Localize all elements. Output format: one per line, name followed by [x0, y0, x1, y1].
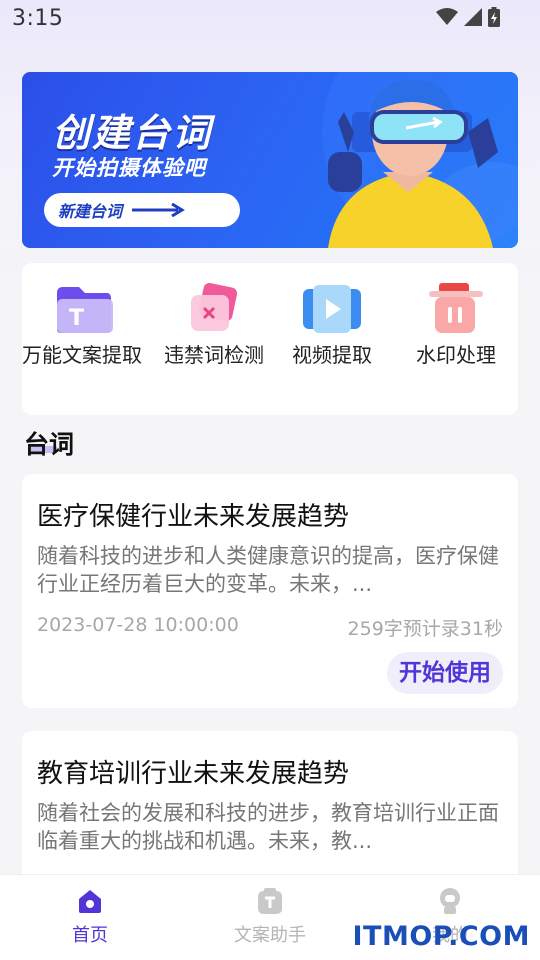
new-script-button-label: 新建台词: [58, 202, 123, 221]
profile-icon: [440, 888, 460, 914]
arrow-right-icon: [132, 203, 185, 217]
start-use-button[interactable]: 开始使用: [387, 652, 503, 694]
tab-text-assistant[interactable]: 文案助手: [180, 875, 360, 960]
site-watermark: ITMOP.COM: [352, 921, 530, 952]
status-time: 3:15: [12, 6, 64, 31]
tool-label: 违禁词检测: [164, 343, 264, 367]
tool-video-extract[interactable]: 视频提取: [270, 281, 394, 367]
create-script-banner[interactable]: 创建台词 开始拍摄体验吧 新建台词: [22, 72, 518, 248]
svg-text:T: T: [69, 306, 84, 331]
cell-signal-icon: [464, 8, 482, 26]
tool-grid: T 万能文案提取 违禁词检测 视频提取 水印处理: [22, 263, 518, 415]
forbidden-word-icon: [191, 282, 238, 331]
tool-label: 万能文案提取: [22, 343, 142, 367]
text-assistant-icon: [258, 888, 282, 914]
card-description: 随着科技的进步和人类健康意识的提高，医疗保健行业正经历着巨大的变革。未来，...: [37, 544, 499, 596]
card-description: 随着社会的发展和科技的进步，教育培训行业正面临着重大的挑战和机遇。未来，教...: [37, 801, 499, 853]
section-title: 台词: [24, 430, 75, 459]
script-card[interactable]: 教育培训行业未来发展趋势 随着社会的发展和科技的进步，教育培训行业正面临着重大的…: [22, 731, 518, 891]
tool-forbidden-word-check[interactable]: 违禁词检测: [152, 281, 276, 367]
vr-person-illustration: [328, 79, 498, 248]
tab-label: 文案助手: [234, 925, 306, 946]
tool-label: 视频提取: [292, 343, 372, 367]
tab-home[interactable]: 首页: [0, 875, 180, 960]
wifi-icon: [436, 8, 458, 25]
folder-text-icon: T: [57, 287, 113, 333]
tool-label: 水印处理: [416, 343, 496, 367]
card-word-count: 259字预计录31秒: [347, 618, 503, 640]
new-script-button[interactable]: 新建台词: [44, 193, 240, 227]
battery-icon: [488, 7, 500, 27]
watermark-icon: [429, 283, 483, 333]
script-card[interactable]: 医疗保健行业未来发展趋势 随着科技的进步和人类健康意识的提高，医疗保健行业正经历…: [22, 474, 518, 708]
tool-watermark[interactable]: 水印处理: [394, 281, 518, 367]
home-icon: [79, 890, 101, 913]
card-title: 医疗保健行业未来发展趋势: [37, 502, 350, 532]
status-icons: [436, 7, 500, 27]
status-bar: 3:15: [0, 0, 540, 40]
banner-subtitle: 开始拍摄体验吧: [52, 156, 206, 180]
banner-title: 创建台词: [52, 111, 213, 155]
video-play-icon: [303, 285, 361, 333]
tool-text-extract[interactable]: T 万能文案提取: [22, 281, 146, 367]
card-date: 2023-07-28 10:00:00: [37, 614, 239, 636]
tab-label: 首页: [72, 925, 108, 946]
card-title: 教育培训行业未来发展趋势: [37, 759, 350, 789]
